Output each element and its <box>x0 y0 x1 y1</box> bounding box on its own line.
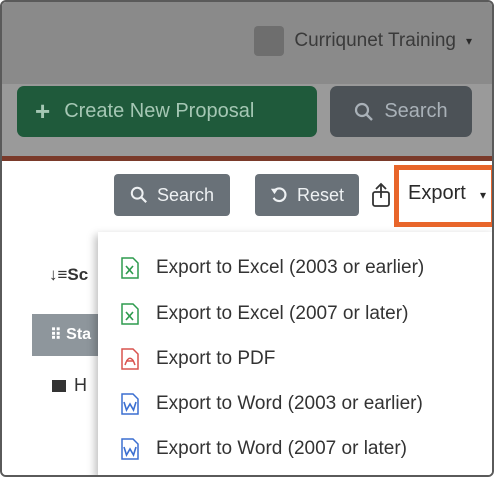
plus-icon: + <box>35 96 51 126</box>
menu-item-label: Export to PDF <box>156 348 276 369</box>
archive-icon <box>52 379 66 392</box>
search-icon <box>355 102 374 121</box>
excel-icon <box>121 257 139 279</box>
pdf-icon <box>121 348 139 370</box>
reset-label: Reset <box>296 184 345 205</box>
menu-item-export-pdf[interactable]: Export to PDF <box>98 339 492 379</box>
sort-icon: ↓≡ <box>49 265 68 284</box>
chevron-down-icon[interactable]: ▾ <box>480 188 486 202</box>
avatar <box>254 26 285 56</box>
chevron-down-icon: ▾ <box>465 34 472 48</box>
export-dropdown-menu: Export to Excel (2003 or earlier) Export… <box>98 232 492 475</box>
word-icon <box>121 393 139 415</box>
create-button-label: Create New Proposal <box>64 100 255 122</box>
menu-item-label: Export to Excel (2007 or later) <box>156 303 409 324</box>
reset-button[interactable]: Reset <box>255 174 359 216</box>
create-new-proposal-button[interactable]: + Create New Proposal <box>17 86 317 137</box>
export-dropdown-button[interactable]: Export <box>408 182 466 205</box>
excel-icon <box>121 303 139 325</box>
archive-label: H <box>74 375 87 395</box>
word-icon <box>121 438 139 460</box>
user-menu[interactable]: Curriqunet Training ▾ <box>254 26 472 56</box>
filter-search-label: Search <box>156 184 215 205</box>
menu-item-label: Export to Word (2003 or earlier) <box>156 393 423 414</box>
status-label: Sta <box>66 326 92 343</box>
undo-icon <box>270 187 287 203</box>
app-window: Curriqunet Training ▾ + Create New Propo… <box>0 0 494 477</box>
share-icon[interactable] <box>370 182 392 208</box>
top-search-label: Search <box>384 100 448 122</box>
sort-control[interactable]: ↓≡Sc <box>49 265 88 285</box>
menu-item-export-word-2003[interactable]: Export to Word (2003 or earlier) <box>98 384 492 424</box>
archive-row[interactable]: H <box>52 375 87 396</box>
menu-item-export-excel-2003[interactable]: Export to Excel (2003 or earlier) <box>98 248 492 288</box>
user-name: Curriqunet Training <box>294 30 456 51</box>
top-search-button[interactable]: Search <box>330 86 472 137</box>
status-column-header[interactable]: ⠿ Sta <box>32 314 102 356</box>
menu-item-export-word-2007[interactable]: Export to Word (2007 or later) <box>98 429 492 469</box>
drag-handle-icon: ⠿ <box>50 327 67 344</box>
filter-search-button[interactable]: Search <box>114 174 230 216</box>
sort-label: Sc <box>67 265 89 284</box>
menu-item-export-excel-2007[interactable]: Export to Excel (2007 or later) <box>98 294 492 334</box>
search-icon <box>130 186 147 203</box>
menu-item-label: Export to Excel (2003 or earlier) <box>156 257 425 278</box>
menu-item-label: Export to Word (2007 or later) <box>156 438 407 459</box>
